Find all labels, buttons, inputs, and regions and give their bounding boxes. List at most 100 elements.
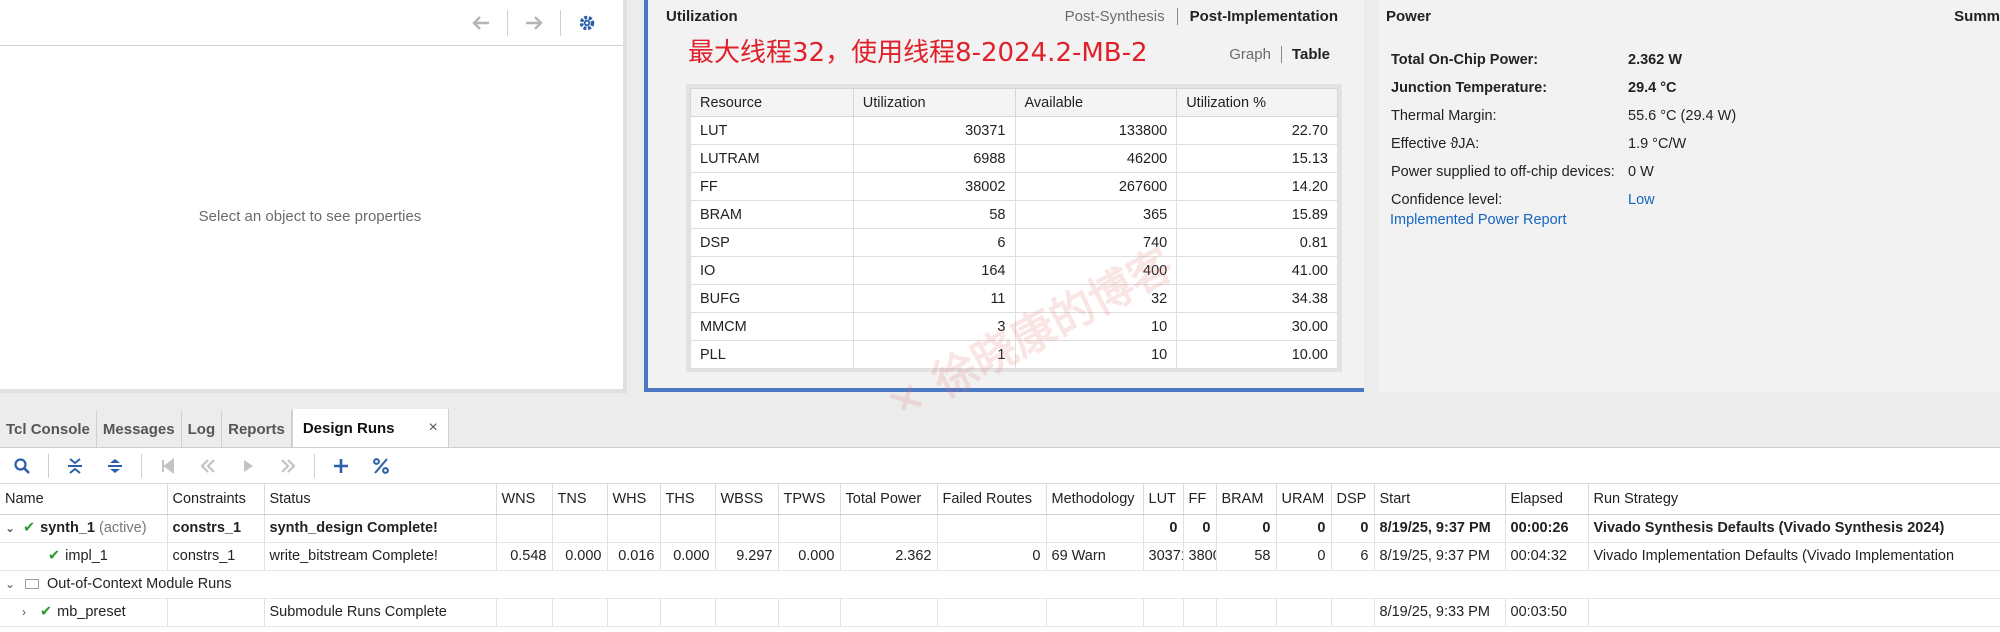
run-row-mb-preset[interactable]: › ✔ mb_preset Submodule Runs Complete 8/19…: [0, 598, 2000, 627]
table-row[interactable]: BRAM 58 365 15.89: [690, 200, 1338, 229]
close-icon[interactable]: ×: [429, 419, 438, 437]
tab-log[interactable]: Log: [182, 411, 223, 447]
start-cell: 8/19/25, 9:37 PM: [1374, 542, 1506, 571]
column-header[interactable]: BRAM: [1216, 484, 1277, 515]
failed-routes-cell: [937, 514, 1047, 543]
failed-routes-cell: [937, 598, 1047, 627]
column-header[interactable]: Status: [264, 484, 497, 515]
power-title: Power: [1386, 7, 1432, 25]
power-row-off-chip: Power supplied to off-chip devices: 0 W: [1391, 158, 1736, 186]
run-row-impl[interactable]: ✔ impl_1 constrs_1 write_bitstream Comple…: [0, 542, 2000, 571]
group-cell: ⌄ Out-of-Context Module Runs: [0, 570, 2000, 599]
table-row[interactable]: LUT 30371 133800 22.70: [690, 116, 1338, 145]
power-value: 1.9 °C/W: [1628, 136, 1687, 152]
column-header[interactable]: Utilization: [852, 88, 1016, 117]
power-label: Thermal Margin:: [1391, 108, 1497, 124]
collapse-all-icon[interactable]: [59, 452, 91, 480]
column-header[interactable]: Run Strategy: [1588, 484, 2000, 515]
resource-name: MMCM: [690, 312, 854, 341]
column-header[interactable]: Methodology: [1046, 484, 1144, 515]
column-header[interactable]: WBSS: [715, 484, 779, 515]
utilization-value: 58: [852, 200, 1016, 229]
chevron-down-icon[interactable]: ⌄: [5, 521, 19, 535]
table-row[interactable]: BUFG 11 32 34.38: [690, 284, 1338, 313]
lut-cell: [1143, 598, 1184, 627]
chevron-right-icon[interactable]: ›: [22, 605, 36, 619]
available-value: 740: [1014, 228, 1178, 257]
tab-reports[interactable]: Reports: [222, 411, 292, 447]
table-row[interactable]: IO 164 400 41.00: [690, 256, 1338, 285]
table-row[interactable]: PLL 1 10 10.00: [690, 340, 1338, 369]
column-header[interactable]: Failed Routes: [937, 484, 1047, 515]
table-row[interactable]: MMCM 3 10 30.00: [690, 312, 1338, 341]
properties-toolbar: [0, 0, 623, 46]
gear-icon[interactable]: [569, 8, 605, 38]
column-header[interactable]: Utilization %: [1176, 88, 1338, 117]
run-group-ooc[interactable]: ⌄ Out-of-Context Module Runs: [0, 570, 2000, 599]
next-icon[interactable]: [272, 452, 304, 480]
column-header[interactable]: Start: [1374, 484, 1506, 515]
search-icon[interactable]: [6, 452, 38, 480]
power-header: Power Summ: [1378, 0, 2000, 32]
utilization-header: Utilization Post-Synthesis Post-Implemen…: [648, 0, 1364, 32]
column-header[interactable]: LUT: [1143, 484, 1184, 515]
forward-arrow-icon[interactable]: [516, 8, 552, 38]
first-icon[interactable]: [152, 452, 184, 480]
confidence-link[interactable]: Low: [1628, 192, 1655, 208]
previous-icon[interactable]: [192, 452, 224, 480]
power-panel: Power Summ Total On-Chip Power: 2.362 W J…: [1378, 0, 2000, 392]
view-table-tab[interactable]: Table: [1280, 46, 1340, 63]
column-header[interactable]: Constraints: [167, 484, 265, 515]
column-header[interactable]: WNS: [496, 484, 553, 515]
column-header[interactable]: Total Power: [840, 484, 938, 515]
column-header[interactable]: WHS: [607, 484, 661, 515]
elapsed-cell: 00:00:26: [1505, 514, 1589, 543]
utilization-percent: 10.00: [1176, 340, 1338, 369]
utilization-percent: 34.38: [1176, 284, 1338, 313]
expand-all-icon[interactable]: [99, 452, 131, 480]
table-row[interactable]: FF 38002 267600 14.20: [690, 172, 1338, 201]
methodology-cell[interactable]: 69 Warn: [1046, 542, 1144, 571]
checkmark-icon: ✔: [40, 604, 53, 620]
tab-post-synthesis[interactable]: Post-Synthesis: [1053, 8, 1177, 25]
column-header[interactable]: URAM: [1276, 484, 1332, 515]
view-graph-tab[interactable]: Graph: [1219, 46, 1281, 63]
table-row[interactable]: LUTRAM 6988 46200 15.13: [690, 144, 1338, 173]
column-header[interactable]: Available: [1014, 88, 1178, 117]
whs-cell: [607, 598, 661, 627]
column-header[interactable]: DSP: [1331, 484, 1375, 515]
power-row-confidence: Confidence level: Low: [1391, 186, 1736, 214]
power-label: Power supplied to off-chip devices:: [1391, 164, 1615, 180]
tab-design-runs[interactable]: Design Runs ×: [291, 409, 449, 447]
tpws-cell: [778, 598, 841, 627]
column-header[interactable]: TPWS: [778, 484, 841, 515]
table-row[interactable]: DSP 6 740 0.81: [690, 228, 1338, 257]
add-icon[interactable]: [325, 452, 357, 480]
column-header[interactable]: THS: [660, 484, 716, 515]
folder-icon: [25, 579, 39, 590]
back-arrow-icon[interactable]: [463, 8, 499, 38]
column-header[interactable]: FF: [1183, 484, 1217, 515]
tab-tcl-console[interactable]: Tcl Console: [0, 411, 97, 447]
implemented-power-report-link[interactable]: Implemented Power Report: [1390, 212, 1567, 228]
resource-name: LUTRAM: [690, 144, 854, 173]
strategy-cell: [1588, 598, 2000, 627]
utilization-percent: 0.81: [1176, 228, 1338, 257]
run-row-synth[interactable]: ⌄ ✔ synth_1 (active) constrs_1 synth_desig…: [0, 514, 2000, 543]
resource-name: LUT: [690, 116, 854, 145]
percent-icon[interactable]: [365, 452, 397, 480]
total-power-cell: 2.362: [840, 542, 938, 571]
tab-messages[interactable]: Messages: [97, 411, 182, 447]
column-header[interactable]: Elapsed: [1505, 484, 1589, 515]
power-summary-tab[interactable]: Summ: [1954, 8, 2000, 25]
checkmark-icon: ✔: [23, 520, 36, 536]
column-header[interactable]: TNS: [552, 484, 608, 515]
dsp-cell: [1331, 598, 1375, 627]
tab-post-implementation[interactable]: Post-Implementation: [1176, 7, 1350, 25]
column-header[interactable]: Resource: [690, 88, 854, 117]
run-icon[interactable]: [232, 452, 264, 480]
chevron-down-icon[interactable]: ⌄: [5, 577, 19, 591]
run-name-cell: ✔ impl_1: [0, 542, 168, 571]
column-header[interactable]: Name: [0, 484, 168, 515]
utilization-value: 1: [852, 340, 1016, 369]
